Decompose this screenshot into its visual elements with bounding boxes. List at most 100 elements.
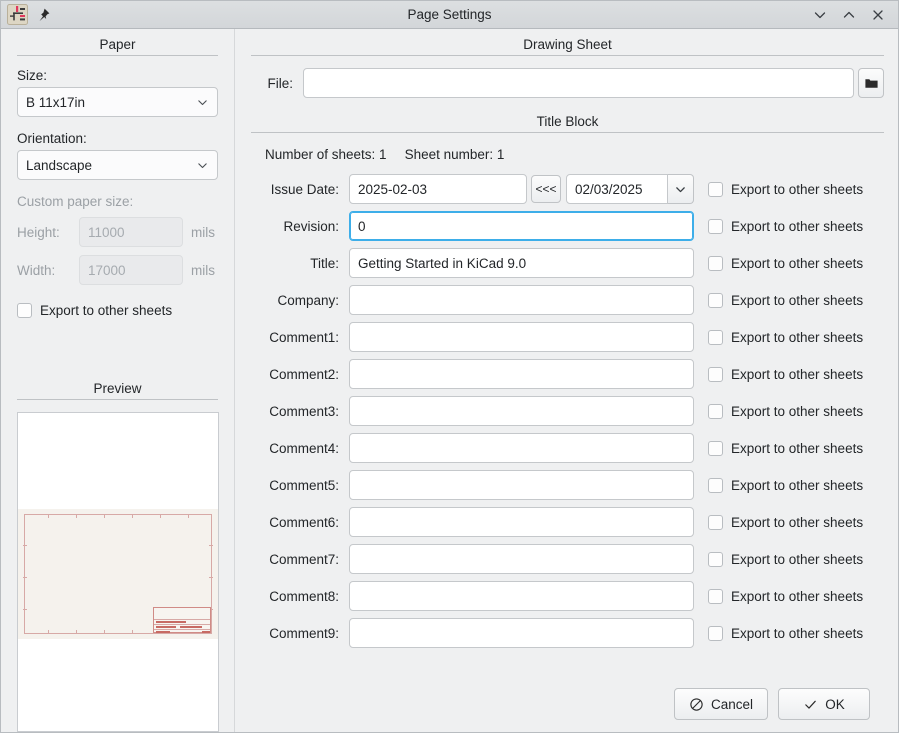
field-input[interactable]	[349, 396, 694, 426]
title-block-row: Comment7: Export to other sheets	[251, 544, 884, 574]
paper-size-select[interactable]: B 11x17in	[17, 87, 218, 117]
export-to-other-sheets-checkbox[interactable]: Export to other sheets	[708, 552, 884, 567]
sheet-counts: Number of sheets: 1 Sheet number: 1	[251, 145, 884, 174]
field-input[interactable]	[349, 507, 694, 537]
field-control	[349, 507, 694, 537]
field-control	[349, 581, 694, 611]
cancel-button[interactable]: Cancel	[674, 688, 768, 720]
field-control	[349, 544, 694, 574]
field-label: Comment1:	[251, 330, 349, 345]
export-cell: Export to other sheets	[694, 330, 884, 345]
field-control	[349, 248, 694, 278]
drawing-sheet-browse-button[interactable]	[858, 68, 884, 98]
close-icon[interactable]	[870, 7, 886, 23]
export-cell: Export to other sheets	[694, 256, 884, 271]
export-label: Export to other sheets	[731, 367, 863, 382]
issue-date-picker[interactable]: 02/03/2025	[566, 174, 694, 204]
field-input[interactable]	[349, 359, 694, 389]
export-cell: Export to other sheets	[694, 219, 884, 234]
drawing-sheet-section-title: Drawing Sheet	[251, 37, 884, 55]
export-to-other-sheets-checkbox[interactable]: Export to other sheets	[708, 404, 884, 419]
paper-export-to-other-sheets-checkbox[interactable]: Export to other sheets	[17, 303, 218, 318]
export-cell: Export to other sheets	[694, 404, 884, 419]
title-block-row: Comment8:Export to other sheets	[251, 581, 884, 611]
drawing-sheet-file-control	[303, 68, 884, 98]
issue-date-input[interactable]	[349, 174, 527, 204]
export-to-other-sheets-checkbox[interactable]: Export to other sheets	[708, 589, 884, 604]
export-cell: Export to other sheets	[694, 589, 884, 604]
export-to-other-sheets-checkbox[interactable]: Export to other sheets	[708, 293, 884, 308]
maximize-icon[interactable]	[841, 7, 857, 23]
orientation-value: Landscape	[26, 158, 196, 173]
export-to-other-sheets-checkbox[interactable]: Export to other sheets	[708, 441, 884, 456]
checkbox-box	[708, 515, 723, 530]
export-to-other-sheets-checkbox[interactable]: Export to other sheets	[708, 626, 884, 641]
checkbox-box	[708, 367, 723, 382]
field-label: Comment6:	[251, 515, 349, 530]
checkbox-box	[708, 182, 723, 197]
field-input[interactable]	[349, 248, 694, 278]
export-to-other-sheets-checkbox[interactable]: Export to other sheets	[708, 515, 884, 530]
export-label: Export to other sheets	[731, 219, 863, 234]
issue-date-control: <<< 02/03/2025	[349, 174, 694, 204]
field-input[interactable]	[349, 470, 694, 500]
field-label: Comment9:	[251, 626, 349, 641]
export-to-other-sheets-checkbox[interactable]: Export to other sheets	[708, 219, 884, 234]
drawing-sheet-file-row: File:	[251, 68, 884, 98]
ok-button[interactable]: OK	[778, 688, 870, 720]
export-to-other-sheets-checkbox[interactable]: Export to other sheets	[708, 478, 884, 493]
page-preview	[17, 412, 219, 732]
window-controls	[812, 7, 892, 23]
field-control	[349, 211, 694, 241]
field-label: Comment2:	[251, 367, 349, 382]
drawing-sheet-file-input[interactable]	[303, 68, 854, 98]
field-input[interactable]	[349, 285, 694, 315]
export-label: Export to other sheets	[731, 441, 863, 456]
field-control	[349, 618, 694, 648]
paper-size-value: B 11x17in	[26, 95, 196, 110]
export-cell: Export to other sheets	[694, 478, 884, 493]
issue-date-picker-dropdown[interactable]	[668, 174, 694, 204]
preview-section: Preview	[17, 381, 218, 732]
field-input[interactable]	[349, 211, 694, 241]
export-cell: Export to other sheets	[694, 626, 884, 641]
chevron-down-icon	[196, 159, 209, 172]
export-to-other-sheets-checkbox[interactable]: Export to other sheets	[708, 367, 884, 382]
title-block-row: Company:Export to other sheets	[251, 285, 884, 315]
export-label: Export to other sheets	[731, 182, 863, 197]
export-label: Export to other sheets	[731, 293, 863, 308]
export-cell: Export to other sheets	[694, 293, 884, 308]
title-block-row: Comment4:Export to other sheets	[251, 433, 884, 463]
sheet-number: Sheet number: 1	[405, 147, 505, 162]
field-label: Comment7:	[251, 552, 349, 567]
export-label: Export to other sheets	[731, 626, 863, 641]
export-to-other-sheets-checkbox[interactable]: Export to other sheets	[708, 330, 884, 345]
title-block-row: Title:Export to other sheets	[251, 248, 884, 278]
issue-date-picker-value: 02/03/2025	[566, 174, 668, 204]
preview-sheet	[18, 509, 218, 639]
drawing-sheet-file-label: File:	[251, 76, 303, 91]
folder-icon	[864, 76, 879, 91]
dialog-body: Paper Size: B 11x17in Orientation: Lands…	[1, 29, 898, 732]
field-input[interactable]	[349, 618, 694, 648]
field-control	[349, 285, 694, 315]
preview-section-title: Preview	[17, 381, 218, 399]
title-block-pane: Drawing Sheet File: Title Block Number o…	[235, 29, 898, 732]
field-input[interactable]	[349, 433, 694, 463]
minimize-icon[interactable]	[812, 7, 828, 23]
export-to-other-sheets-checkbox[interactable]: Export to other sheets	[708, 182, 884, 197]
export-label: Export to other sheets	[731, 404, 863, 419]
field-input[interactable]	[349, 581, 694, 611]
field-input[interactable]	[349, 322, 694, 352]
export-to-other-sheets-checkbox[interactable]: Export to other sheets	[708, 256, 884, 271]
checkbox-box	[708, 404, 723, 419]
export-label: Export to other sheets	[731, 256, 863, 271]
field-input[interactable]	[349, 544, 694, 574]
pushpin-icon[interactable]	[35, 7, 51, 23]
export-label: Export to other sheets	[731, 515, 863, 530]
issue-date-apply-button[interactable]: <<<	[531, 175, 561, 203]
custom-height-input	[79, 217, 183, 247]
orientation-select[interactable]: Landscape	[17, 150, 218, 180]
checkbox-box	[708, 256, 723, 271]
paper-pane: Paper Size: B 11x17in Orientation: Lands…	[1, 29, 235, 732]
